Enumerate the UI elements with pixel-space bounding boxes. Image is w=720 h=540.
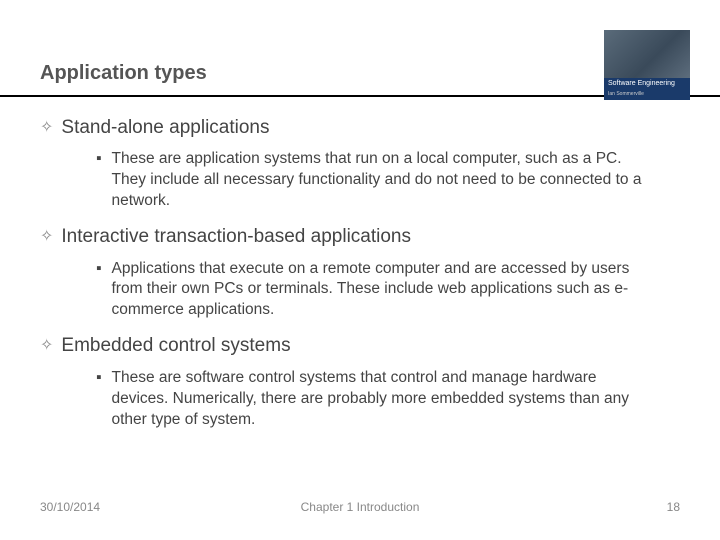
item-heading: ✧ Interactive transaction-based applicat… — [40, 226, 680, 248]
item-heading: ✧ Embedded control systems — [40, 335, 680, 357]
diamond-bullet-icon: ✧ — [40, 335, 53, 357]
square-bullet-icon: ▪ — [96, 149, 102, 212]
item-heading: ✧ Stand-alone applications — [40, 117, 680, 139]
slide-header: Application types Software Engineering I… — [0, 0, 720, 97]
slide-title: Application types — [40, 62, 680, 85]
list-item: ✧ Interactive transaction-based applicat… — [40, 226, 680, 321]
list-item: ✧ Embedded control systems ▪ These are s… — [40, 335, 680, 430]
heading-text: Stand-alone applications — [61, 117, 269, 139]
sub-text: These are software control systems that … — [112, 368, 651, 431]
diamond-bullet-icon: ✧ — [40, 226, 53, 248]
logo-sublabel: Ian Sommerville — [604, 90, 690, 100]
sub-text: These are application systems that run o… — [112, 149, 651, 212]
square-bullet-icon: ▪ — [96, 259, 102, 322]
list-item: ✧ Stand-alone applications ▪ These are a… — [40, 117, 680, 212]
slide-footer: 30/10/2014 Chapter 1 Introduction 18 — [40, 500, 680, 514]
item-sub: ▪ Applications that execute on a remote … — [96, 259, 650, 322]
book-cover-logo: Software Engineering Ian Sommerville — [604, 30, 690, 100]
footer-page-number: 18 — [667, 500, 680, 514]
item-sub: ▪ These are application systems that run… — [96, 149, 650, 212]
heading-text: Interactive transaction-based applicatio… — [61, 226, 411, 248]
footer-date: 30/10/2014 — [40, 500, 100, 514]
logo-label: Software Engineering — [604, 78, 690, 90]
sub-text: Applications that execute on a remote co… — [112, 259, 651, 322]
slide-content: ✧ Stand-alone applications ▪ These are a… — [0, 97, 720, 430]
footer-chapter: Chapter 1 Introduction — [301, 500, 420, 514]
square-bullet-icon: ▪ — [96, 368, 102, 431]
heading-text: Embedded control systems — [61, 335, 290, 357]
item-sub: ▪ These are software control systems tha… — [96, 368, 650, 431]
diamond-bullet-icon: ✧ — [40, 117, 53, 139]
